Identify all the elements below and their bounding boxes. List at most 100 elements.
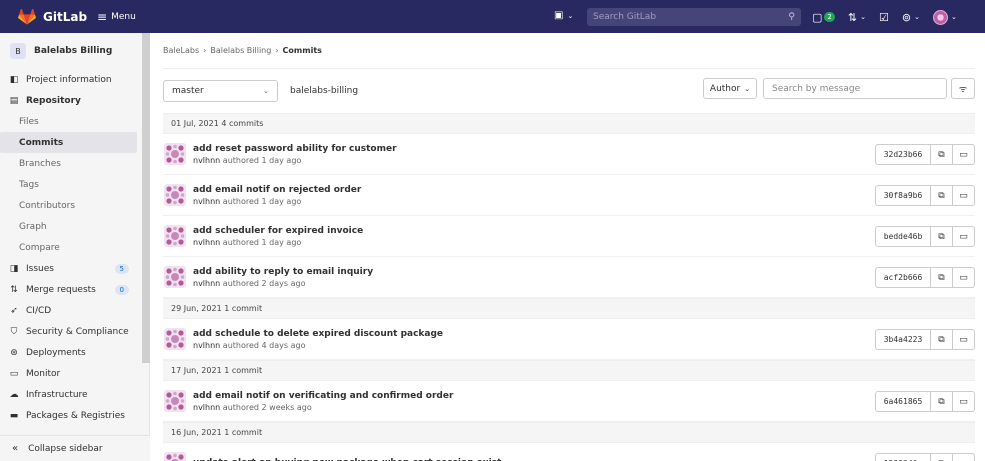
commit-time: authored 1 day ago (222, 196, 302, 206)
commit-sha-link[interactable]: bedde46b (875, 226, 931, 247)
avatar[interactable] (164, 225, 186, 247)
sidebar-subitem-compare[interactable]: Compare (0, 237, 149, 258)
sidebar-item-deployments[interactable]: ⊛ Deployments (0, 342, 149, 363)
sidebar-item-infrastructure[interactable]: ☁ Infrastructure (0, 384, 149, 405)
sidebar-item-project-information[interactable]: ◧ Project information (0, 69, 149, 90)
sidebar-subitem-contributors[interactable]: Contributors (0, 195, 149, 216)
gitlab-logo[interactable]: GitLab (18, 8, 88, 25)
search-by-message-input[interactable] (763, 78, 947, 99)
commit-title-link[interactable]: update alert on buying new package when … (193, 457, 501, 461)
help-nav-button[interactable]: ⊚ ⌄ (902, 11, 920, 24)
new-dropdown-button[interactable]: ▣ ⌄ (554, 10, 573, 21)
global-search-input[interactable] (593, 12, 789, 22)
sidebar-item-repository[interactable]: ▤ Repository (0, 90, 149, 111)
sidebar-item-merge-requests[interactable]: ⇅ Merge requests 0 (0, 279, 149, 300)
browse-files-button[interactable]: ▭ (953, 453, 975, 461)
commit-title-link[interactable]: add schedule to delete expired discount … (193, 328, 443, 340)
sidebar-project-header[interactable]: B Balelabs Billing (0, 33, 149, 69)
sidebar-subitem-tags[interactable]: Tags (0, 174, 149, 195)
chevron-down-icon: ⌄ (860, 13, 866, 21)
avatar[interactable] (164, 143, 186, 165)
sidebar-item-label: Merge requests (26, 284, 96, 295)
issues-count-badge: 2 (824, 12, 835, 22)
avatar[interactable] (164, 390, 186, 412)
todos-nav-button[interactable]: ☑ (879, 11, 889, 24)
copy-sha-button[interactable]: ⧉ (931, 185, 953, 206)
browse-files-button[interactable]: ▭ (953, 267, 975, 288)
commit-author-link[interactable]: nvlhnn (193, 279, 220, 288)
chevron-right-icon: › (275, 46, 279, 55)
commit-title-link[interactable]: add email notif on verificating and conf… (193, 390, 453, 402)
tanuki-icon (18, 8, 36, 24)
copy-sha-button[interactable]: ⧉ (931, 226, 953, 247)
commit-text: add email notif on verificating and conf… (193, 390, 453, 413)
breadcrumb-project-link[interactable]: Balelabs Billing (210, 46, 271, 55)
sidebar-item-cicd[interactable]: ➶ CI/CD (0, 300, 149, 321)
plus-square-icon: ▣ (554, 10, 564, 21)
commit-title-link[interactable]: add email notif on rejected order (193, 184, 361, 196)
browse-files-button[interactable]: ▭ (953, 144, 975, 165)
sidebar-item-security[interactable]: ⛉ Security & Compliance (0, 321, 149, 342)
commit-meta: nvlhnn authored 2 weeks ago (193, 402, 453, 413)
commit-row: add scheduler for expired invoice nvlhnn… (163, 216, 975, 257)
sidebar-scrollbar[interactable] (142, 33, 150, 363)
copy-sha-button[interactable]: ⧉ (931, 144, 953, 165)
author-filter-button[interactable]: Author ⌄ (703, 78, 757, 99)
issues-nav-button[interactable]: ▢ 2 (812, 11, 835, 24)
book-icon: ▤ (9, 95, 19, 106)
rss-feed-button[interactable]: ᯤ (951, 78, 975, 99)
browse-files-button[interactable]: ▭ (953, 226, 975, 247)
sidebar-subitem-graph[interactable]: Graph (0, 216, 149, 237)
sidebar-subitem-commits[interactable]: Commits (0, 132, 137, 153)
browse-files-button[interactable]: ▭ (953, 329, 975, 350)
avatar[interactable] (164, 452, 186, 461)
user-menu-button[interactable]: ⌄ (932, 9, 957, 25)
monitor-icon: ▭ (9, 368, 19, 379)
sidebar-item-monitor[interactable]: ▭ Monitor (0, 363, 149, 384)
sidebar-subitem-branches[interactable]: Branches (0, 153, 149, 174)
sidebar-item-issues[interactable]: ◨ Issues 5 (0, 258, 149, 279)
branch-selector[interactable]: master ⌄ (163, 80, 278, 102)
commit-text: add email notif on rejected order nvlhnn… (193, 184, 361, 207)
commit-sha-link[interactable]: 3b4a4223 (875, 329, 931, 350)
collapse-sidebar-button[interactable]: « Collapse sidebar (0, 435, 150, 461)
commit-meta: nvlhnn authored 4 days ago (193, 340, 443, 351)
avatar[interactable] (164, 266, 186, 288)
copy-icon: ⧉ (938, 272, 945, 283)
sidebar-item-packages[interactable]: ▬ Packages & Registries (0, 405, 149, 426)
commit-title-link[interactable]: add scheduler for expired invoice (193, 225, 363, 237)
commit-sha-link[interactable]: 32d23b66 (875, 144, 931, 165)
copy-sha-button[interactable]: ⧉ (931, 267, 953, 288)
copy-sha-button[interactable]: ⧉ (931, 391, 953, 412)
commit-day-header: 29 Jun, 2021 1 commit (163, 298, 975, 319)
commit-meta: nvlhnn authored 1 day ago (193, 196, 361, 207)
breadcrumb-group-link[interactable]: BaleLabs (163, 46, 199, 55)
commit-row: add email notif on rejected order nvlhnn… (163, 175, 975, 216)
commit-author-link[interactable]: nvlhnn (193, 197, 220, 206)
commit-author-link[interactable]: nvlhnn (193, 403, 220, 412)
repository-path[interactable]: balelabs-billing (290, 86, 358, 96)
commit-title-link[interactable]: add ability to reply to email inquiry (193, 266, 373, 278)
avatar[interactable] (164, 328, 186, 350)
app-name: GitLab (43, 9, 88, 24)
copy-sha-button[interactable]: ⧉ (931, 453, 953, 461)
commit-title-link[interactable]: add reset password ability for customer (193, 143, 397, 155)
copy-sha-button[interactable]: ⧉ (931, 329, 953, 350)
folder-icon: ▭ (959, 396, 968, 407)
commit-sha-link[interactable]: 6a461865 (875, 391, 931, 412)
sidebar-subitem-files[interactable]: Files (0, 111, 149, 132)
commit-author-link[interactable]: nvlhnn (193, 341, 220, 350)
browse-files-button[interactable]: ▭ (953, 391, 975, 412)
merge-requests-nav-button[interactable]: ⇅ ⌄ (848, 11, 866, 24)
commit-sha-link[interactable]: 1533340e (875, 453, 931, 461)
global-search[interactable]: ⚲ (587, 8, 801, 26)
breadcrumb-current[interactable]: Commits (283, 46, 322, 55)
commit-sha-link[interactable]: 30f8a9b6 (875, 185, 931, 206)
commit-author-link[interactable]: nvlhnn (193, 238, 220, 247)
menu-button[interactable]: ≡ Menu (97, 10, 136, 24)
help-icon: ⊚ (901, 10, 912, 24)
commit-author-link[interactable]: nvlhnn (193, 156, 220, 165)
commit-sha-link[interactable]: acf2b666 (875, 267, 931, 288)
avatar[interactable] (164, 184, 186, 206)
browse-files-button[interactable]: ▭ (953, 185, 975, 206)
